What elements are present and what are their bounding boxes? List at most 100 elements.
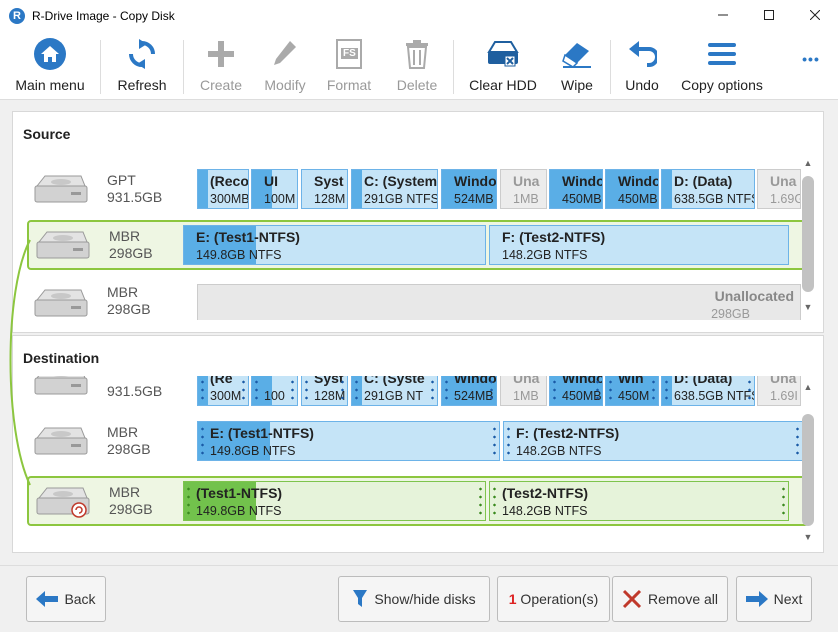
maximize-button[interactable]: [746, 0, 792, 30]
clear-hdd-button[interactable]: Clear HDD: [463, 34, 543, 98]
unallocated-space[interactable]: Unallocated 298GB: [197, 284, 801, 320]
toolbar: Main menu Refresh Create Modify FS Forma…: [0, 32, 838, 100]
main-menu-label: Main menu: [15, 77, 85, 93]
hamburger-menu-icon: [708, 43, 736, 65]
partition[interactable]: 100: [251, 376, 298, 406]
delete-label: Delete: [396, 77, 438, 93]
disk-info: MBR 298GB: [109, 228, 153, 262]
source-disk-mbr-selected[interactable]: MBR 298GB E: (Test1-NTFS) 149.8GB NTFS F: …: [27, 220, 809, 270]
partition[interactable]: Una 1MB: [500, 169, 547, 209]
footer: Back Show/hide disks 1 Operation(s) Remo…: [0, 565, 838, 632]
partition[interactable]: UI 100M: [251, 169, 298, 209]
partition[interactable]: F: (Test2-NTFS) 148.2GB NTFS: [489, 225, 789, 265]
disk-type: [107, 376, 162, 383]
show-hide-label: Show/hide disks: [374, 591, 476, 607]
create-button[interactable]: Create: [194, 34, 248, 98]
source-scrollbar[interactable]: ▲ ▼: [801, 156, 815, 322]
create-label: Create: [199, 77, 243, 93]
format-fs-icon: FS: [336, 39, 362, 69]
back-label: Back: [64, 591, 96, 607]
delete-button[interactable]: Delete: [390, 34, 444, 98]
undo-button[interactable]: Undo: [618, 34, 666, 98]
partition[interactable]: C: (System 291GB NTFS: [351, 169, 438, 209]
operations-label: Operation(s): [516, 591, 599, 607]
undo-icon: [629, 41, 657, 67]
pencil-icon: [274, 41, 296, 65]
partition[interactable]: F: (Test2-NTFS) 148.2GB NTFS: [503, 421, 803, 461]
main-menu-button[interactable]: Main menu: [10, 34, 90, 98]
refresh-button[interactable]: Refresh: [110, 34, 174, 98]
disk-size: 298GB: [109, 245, 153, 261]
partition[interactable]: (Re 300M: [197, 376, 249, 406]
back-button[interactable]: Back: [26, 576, 106, 622]
disk-size: 298GB: [107, 441, 151, 457]
wipe-label: Wipe: [561, 77, 593, 93]
hard-drive-icon: [34, 175, 88, 203]
source-title: Source: [23, 126, 71, 142]
partition[interactable]: Windo 450MB: [605, 169, 659, 209]
destination-disk-mbr[interactable]: MBR 298GB E: (Test1-NTFS) 149.8GB NTFS F: …: [27, 418, 809, 464]
partition[interactable]: Una 1MB: [500, 376, 547, 406]
partition[interactable]: Windo 524MB: [441, 376, 497, 406]
destination-disk-mbr-selected[interactable]: MBR 298GB (Test1-NTFS) 149.8GB NTFS (Test2…: [27, 476, 809, 526]
partition[interactable]: Windo 524MB: [441, 169, 497, 209]
partition[interactable]: Una 1.69G: [757, 169, 801, 209]
main-area: Source GPT 931.5GB (Reco 300MB UI 100M Syst…: [0, 100, 838, 565]
disk-info: 931.5GB: [107, 376, 162, 400]
hard-drive-icon: [34, 289, 88, 317]
destination-scrollbar[interactable]: ▲ ▼: [801, 380, 815, 544]
format-button[interactable]: FS Format: [322, 34, 376, 98]
partition-new[interactable]: (Test2-NTFS) 148.2GB NTFS: [489, 481, 789, 521]
partition[interactable]: E: (Test1-NTFS) 149.8GB NTFS: [183, 225, 486, 265]
wipe-button[interactable]: Wipe: [553, 34, 601, 98]
disk-info: MBR 298GB: [109, 484, 153, 518]
destination-disk-gpt[interactable]: 931.5GB (Re 300M 100 Syst 128M C: (Syste 29…: [27, 376, 809, 408]
modify-button[interactable]: Modify: [258, 34, 312, 98]
home-icon: [34, 38, 66, 70]
hard-drive-icon: [34, 376, 88, 395]
show-hide-disks-button[interactable]: Show/hide disks: [338, 576, 490, 622]
partition[interactable]: C: (Syste 291GB NT: [351, 376, 438, 406]
scroll-up-icon: ▲: [803, 382, 813, 392]
scroll-down-icon: ▼: [803, 302, 813, 312]
remove-all-button[interactable]: Remove all: [612, 576, 728, 622]
partition[interactable]: (Reco 300MB: [197, 169, 249, 209]
partition[interactable]: Una 1.69I: [757, 376, 801, 406]
scroll-down-icon: ▼: [803, 532, 813, 542]
partition[interactable]: Windo 450MB: [549, 376, 603, 406]
disk-type: MBR: [109, 228, 141, 244]
partition[interactable]: Win 450M: [605, 376, 659, 406]
copy-options-button[interactable]: Copy options: [676, 34, 768, 98]
title-bar: R R-Drive Image - Copy Disk: [0, 0, 838, 32]
plus-icon: [208, 41, 234, 67]
disk-info: MBR 298GB: [107, 424, 151, 458]
partition[interactable]: D: (Data) 638.5GB NTFS: [661, 169, 755, 209]
source-disk-mbr-unallocated[interactable]: MBR 298GB Unallocated 298GB: [27, 280, 809, 320]
scroll-up-icon: ▲: [803, 158, 813, 168]
refresh-label: Refresh: [117, 77, 167, 93]
modify-label: Modify: [264, 77, 306, 93]
partition[interactable]: E: (Test1-NTFS) 149.8GB NTFS: [197, 421, 500, 461]
partition[interactable]: Windo 450MB: [549, 169, 603, 209]
close-button[interactable]: [792, 0, 838, 30]
partition[interactable]: Syst 128M: [301, 169, 348, 209]
format-label: Format: [326, 77, 372, 93]
disk-info: MBR 298GB: [107, 284, 151, 318]
source-disk-gpt[interactable]: GPT 931.5GB (Reco 300MB UI 100M Syst 128M C:…: [27, 166, 809, 212]
copy-options-label: Copy options: [681, 77, 763, 93]
clear-hdd-label: Clear HDD: [469, 77, 537, 93]
more-button[interactable]: •••: [794, 34, 828, 98]
partition[interactable]: Syst 128M: [301, 376, 348, 406]
disk-type: GPT: [107, 172, 136, 188]
partition[interactable]: D: (Data) 638.5GB NTFS: [661, 376, 755, 406]
refresh-icon: [129, 39, 155, 69]
trash-icon: [406, 40, 428, 69]
remove-all-label: Remove all: [647, 591, 719, 607]
hard-drive-icon: [34, 427, 88, 455]
operations-button[interactable]: 1 Operation(s): [497, 576, 610, 622]
minimize-button[interactable]: [700, 0, 746, 30]
destination-title: Destination: [23, 350, 100, 366]
partition-new[interactable]: (Test1-NTFS) 149.8GB NTFS: [183, 481, 486, 521]
next-button[interactable]: Next: [736, 576, 812, 622]
next-label: Next: [773, 591, 803, 607]
